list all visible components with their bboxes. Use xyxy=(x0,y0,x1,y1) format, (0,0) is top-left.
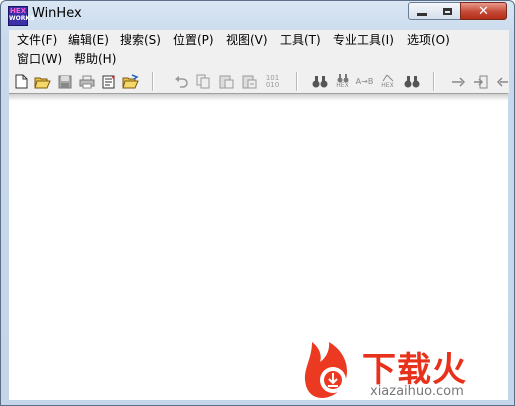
close-button[interactable]: ✕ xyxy=(460,2,507,20)
title-bar[interactable]: HEX WORKS WinHex ✕ xyxy=(1,1,514,29)
paste-icon[interactable] xyxy=(218,73,235,90)
replace-text-icon[interactable]: A→B xyxy=(356,73,374,90)
menu-view[interactable]: 视图(V) xyxy=(226,31,268,49)
menu-position[interactable]: 位置(P) xyxy=(173,31,214,49)
find-text-icon[interactable] xyxy=(311,73,328,90)
window-title: WinHex xyxy=(32,6,82,21)
properties-icon[interactable] xyxy=(100,73,117,90)
goto-offset-icon[interactable] xyxy=(449,73,466,90)
menu-options[interactable]: 选项(O) xyxy=(407,31,450,49)
new-file-icon[interactable] xyxy=(13,73,30,90)
menu-bar: 文件(F) 编辑(E) 搜索(S) 位置(P) 视图(V) 工具(T) 专业工具… xyxy=(9,30,509,70)
toolbar-separator xyxy=(296,72,298,91)
open-folder-icon[interactable] xyxy=(34,73,51,90)
open-dir-icon[interactable] xyxy=(122,73,139,90)
watermark-url: xiazaihuo.com xyxy=(370,384,464,399)
find-again-icon[interactable] xyxy=(403,73,420,90)
menu-file[interactable]: 文件(F) xyxy=(17,31,57,49)
print-icon[interactable] xyxy=(78,73,95,90)
paste-special-icon[interactable] xyxy=(241,73,258,90)
back-icon[interactable] xyxy=(494,73,511,90)
close-icon: ✕ xyxy=(478,3,489,19)
save-icon[interactable] xyxy=(56,73,73,90)
binary-icon[interactable]: 101 010 xyxy=(264,73,281,90)
winhex-app-icon[interactable]: HEX WORKS xyxy=(8,6,34,26)
toolbar-separator xyxy=(433,72,435,91)
workspace-top-shadow xyxy=(9,94,508,101)
copy-icon[interactable] xyxy=(195,73,212,90)
find-hex-icon[interactable]: HEX xyxy=(334,73,351,90)
watermark-logo: 下载火 xiazaihuo.com xyxy=(302,338,514,404)
menu-tools[interactable]: 工具(T) xyxy=(280,31,321,49)
minimize-icon xyxy=(416,12,427,16)
minimize-button[interactable] xyxy=(408,2,435,20)
flame-logo-icon xyxy=(304,342,348,398)
undo-icon[interactable] xyxy=(172,73,189,90)
toolbar-separator xyxy=(152,72,154,91)
menu-edit[interactable]: 编辑(E) xyxy=(68,31,109,49)
replace-hex-icon[interactable]: HEX xyxy=(379,73,396,90)
maximize-button[interactable] xyxy=(434,2,461,20)
menu-window[interactable]: 窗口(W) xyxy=(17,50,62,68)
menu-search[interactable]: 搜索(S) xyxy=(120,31,161,49)
toolbar: 101 010 HEX A→B HEX xyxy=(9,70,509,94)
menu-help[interactable]: 帮助(H) xyxy=(74,50,116,68)
maximize-icon xyxy=(442,7,452,15)
goto-position-icon[interactable] xyxy=(472,73,489,90)
menu-specialist-tools[interactable]: 专业工具(I) xyxy=(333,31,394,49)
